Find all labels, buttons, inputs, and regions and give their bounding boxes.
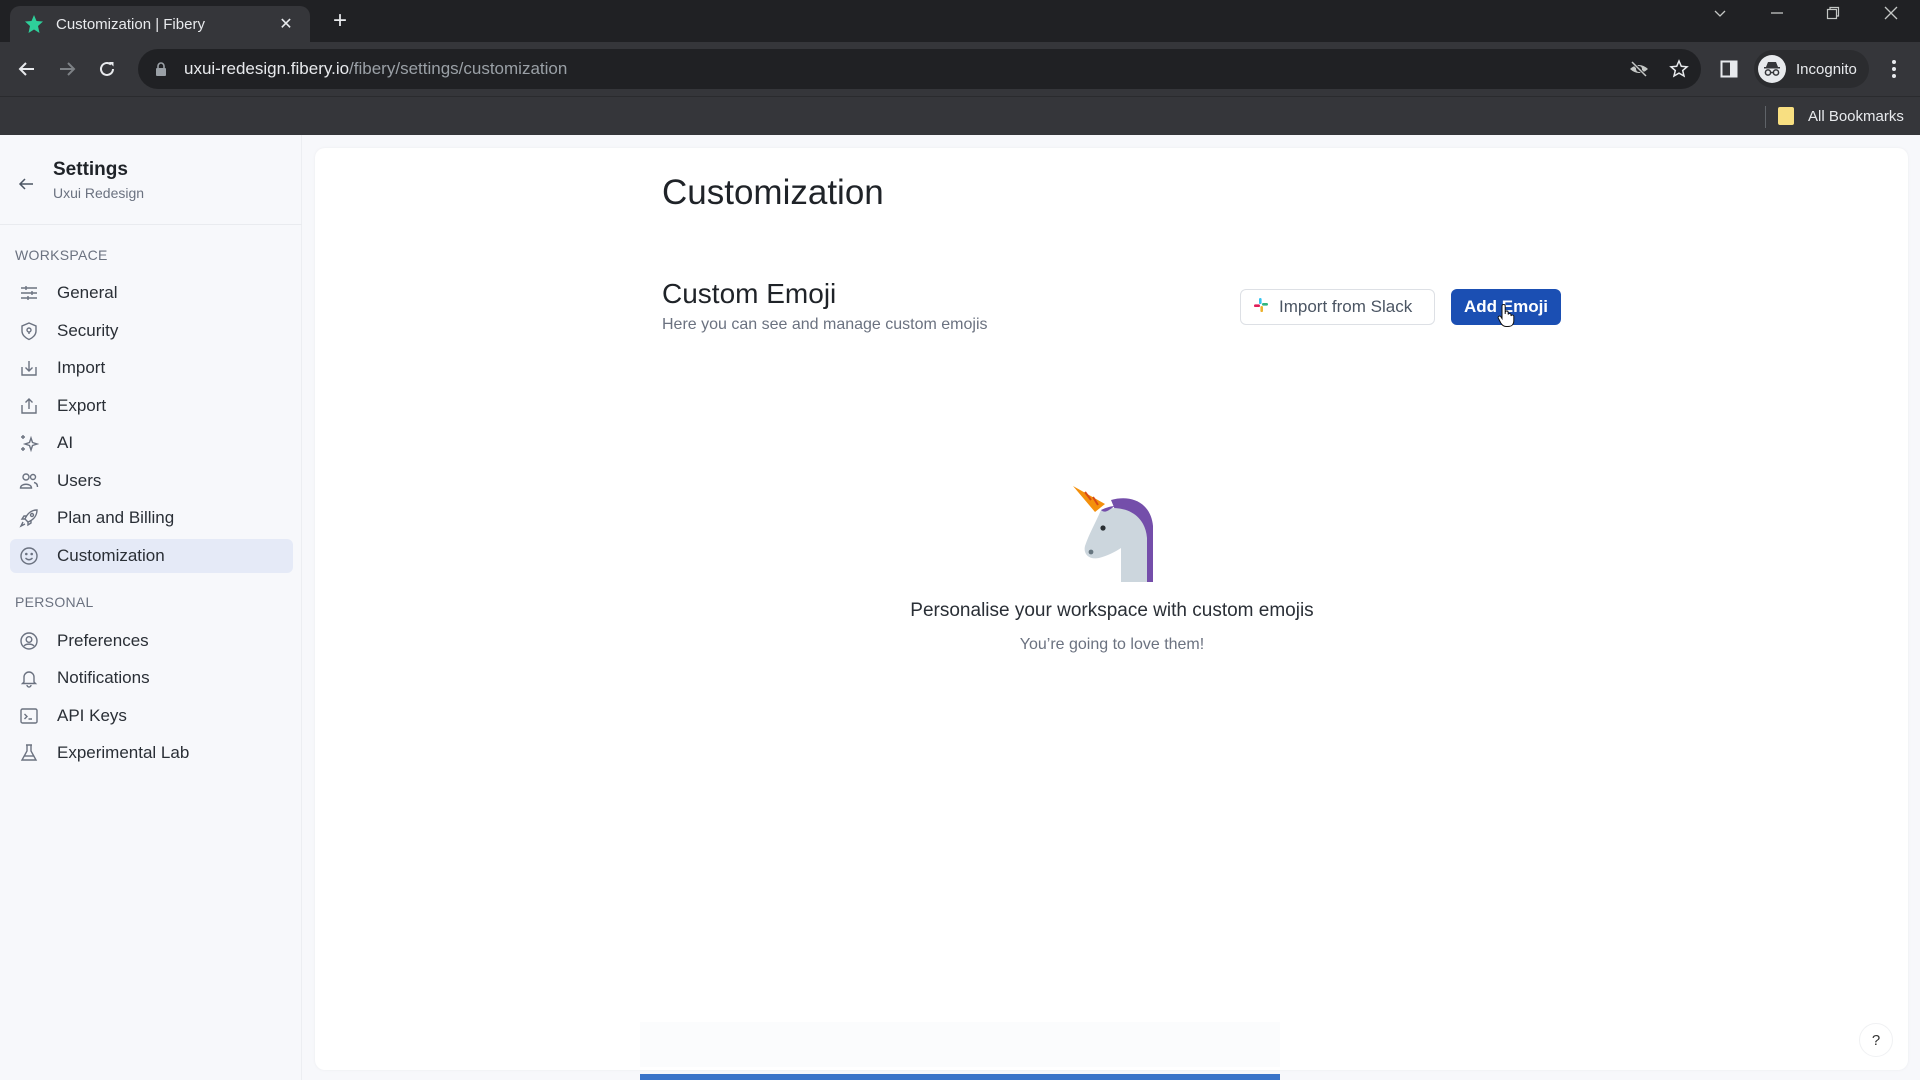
smiley-icon xyxy=(18,545,40,567)
section-title: Custom Emoji xyxy=(662,278,837,309)
sidebar-item-experimental-lab[interactable]: Experimental Lab xyxy=(10,736,293,770)
hand-cursor-icon xyxy=(1497,303,1515,328)
address-bar-row: uxui-redesign.fibery.io/fibery/settings/… xyxy=(0,42,1920,96)
close-tab-icon[interactable]: ✕ xyxy=(276,14,296,34)
browser-tab[interactable]: Customization | Fibery ✕ xyxy=(10,6,310,42)
close-window-icon[interactable] xyxy=(1876,6,1906,25)
sidebar-item-users[interactable]: Users xyxy=(10,464,293,498)
bookmark-star-icon[interactable] xyxy=(1668,58,1690,80)
terminal-icon xyxy=(18,705,40,727)
loading-progress-bar xyxy=(640,1074,1280,1080)
new-tab-button[interactable]: + xyxy=(326,8,354,36)
bookmarks-divider xyxy=(1765,106,1766,128)
profile-label: Incognito xyxy=(1796,60,1857,78)
url-path: /fibery/settings/customization xyxy=(349,59,568,78)
import-icon xyxy=(18,357,40,379)
lock-icon[interactable] xyxy=(152,60,170,78)
sidebar-title: Settings xyxy=(53,159,128,180)
main-content: Customization Custom Emoji Here you can … xyxy=(315,148,1908,1070)
all-bookmarks-label: All Bookmarks xyxy=(1808,107,1904,125)
url-host: uxui-redesign.fibery.io xyxy=(184,59,350,78)
sidebar-header: Settings Uxui Redesign xyxy=(0,135,302,225)
sidebar-item-preferences[interactable]: Preferences xyxy=(10,624,293,658)
sidebar-item-export[interactable]: Export xyxy=(10,389,293,423)
side-panel-icon[interactable] xyxy=(1718,58,1740,80)
flask-icon xyxy=(18,742,40,764)
slack-icon xyxy=(1253,297,1269,318)
user-circle-icon xyxy=(18,630,40,652)
sidebar-item-customization[interactable]: Customization xyxy=(10,539,293,573)
fibery-logo-icon xyxy=(24,14,44,34)
tab-title: Customization | Fibery xyxy=(56,15,205,33)
workspace-name: Uxui Redesign xyxy=(53,185,145,201)
sidebar-item-ai[interactable]: AI xyxy=(10,426,293,460)
minimize-icon[interactable] xyxy=(1762,6,1792,25)
browser-menu-icon[interactable] xyxy=(1882,55,1906,83)
unicorn-illustration xyxy=(1065,486,1161,582)
incognito-icon xyxy=(1758,55,1786,83)
restore-icon[interactable] xyxy=(1818,6,1848,25)
shield-icon xyxy=(18,320,40,342)
page-title: Customization xyxy=(662,173,884,212)
incognito-profile-button[interactable]: Incognito xyxy=(1754,50,1869,88)
export-icon xyxy=(18,395,40,417)
section-label-workspace: WORKSPACE xyxy=(15,247,108,263)
forward-button[interactable] xyxy=(53,55,81,83)
all-bookmarks-button[interactable]: All Bookmarks xyxy=(1778,103,1904,129)
bookmarks-bar: All Bookmarks xyxy=(0,96,1920,135)
users-icon xyxy=(18,470,40,492)
url-input[interactable]: uxui-redesign.fibery.io/fibery/settings/… xyxy=(138,49,1701,89)
sidebar-item-general[interactable]: General xyxy=(10,276,293,310)
import-from-slack-button[interactable]: Import from Slack xyxy=(1240,289,1435,325)
sidebar-item-security[interactable]: Security xyxy=(10,314,293,348)
section-label-personal: PERSONAL xyxy=(15,594,94,610)
section-subtitle: Here you can see and manage custom emoji… xyxy=(662,316,988,333)
settings-sidebar: Settings Uxui Redesign WORKSPACE General… xyxy=(0,135,302,1080)
back-arrow-icon[interactable] xyxy=(14,172,38,196)
rocket-icon xyxy=(18,507,40,529)
bell-icon xyxy=(18,667,40,689)
empty-state-subtitle: You’re going to love them! xyxy=(1019,636,1205,653)
folder-icon xyxy=(1778,107,1794,125)
help-button[interactable]: ? xyxy=(1859,1023,1893,1057)
sidebar-item-import[interactable]: Import xyxy=(10,351,293,385)
eye-off-icon[interactable] xyxy=(1628,58,1650,80)
sidebar-item-plan-and-billing[interactable]: Plan and Billing xyxy=(10,501,293,535)
bottom-strip xyxy=(640,1022,1280,1067)
sliders-icon xyxy=(18,282,40,304)
sidebar-item-notifications[interactable]: Notifications xyxy=(10,661,293,695)
back-button[interactable] xyxy=(13,55,41,83)
sidebar-item-api-keys[interactable]: API Keys xyxy=(10,699,293,733)
sparkles-icon xyxy=(18,432,40,454)
progress-fill xyxy=(640,1074,1280,1080)
empty-state-title: Personalise your workspace with custom e… xyxy=(910,600,1314,621)
tab-search-chevron-icon[interactable] xyxy=(1705,6,1735,25)
reload-button[interactable] xyxy=(93,55,121,83)
import-button-label: Import from Slack xyxy=(1279,297,1413,316)
browser-tab-bar: Customization | Fibery ✕ + xyxy=(0,0,1920,42)
